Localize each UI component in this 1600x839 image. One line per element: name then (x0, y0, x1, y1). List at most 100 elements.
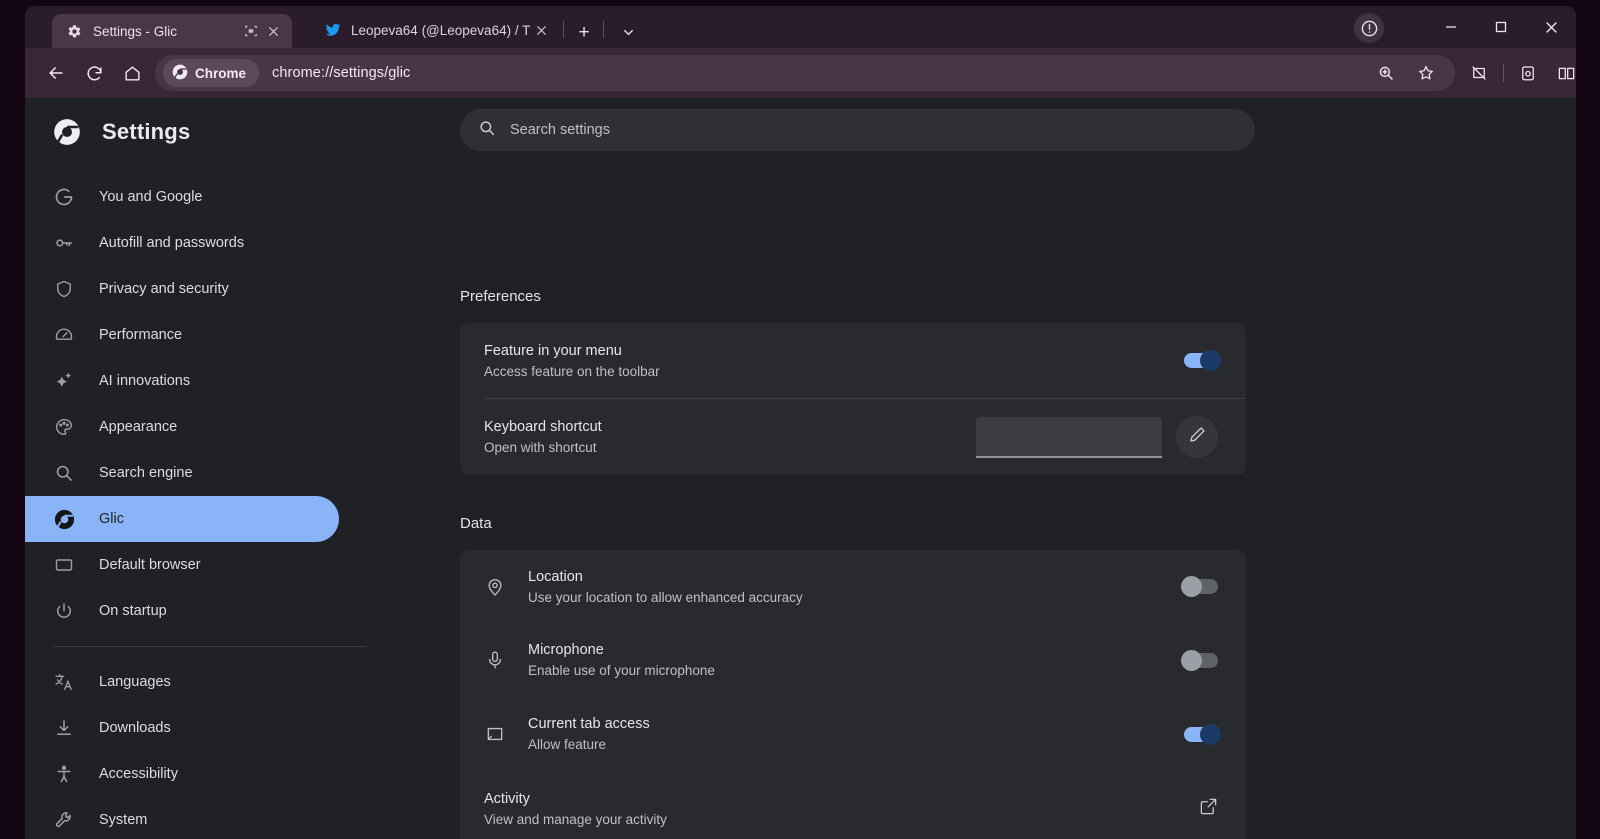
bookmark-star-icon[interactable] (1407, 54, 1445, 92)
sidebar-item-glic[interactable]: Glic (25, 496, 339, 542)
chevron-down-icon[interactable] (616, 20, 640, 44)
sidebar-item-performance[interactable]: Performance (25, 312, 339, 358)
browser-window: Settings - Glic (25, 6, 1576, 839)
reload-icon[interactable] (75, 54, 113, 92)
row-title: Keyboard shortcut (484, 419, 976, 435)
toggle-location[interactable] (1184, 579, 1218, 594)
sidebar-item-label: Autofill and passwords (99, 235, 244, 251)
google-g-icon (53, 186, 75, 208)
toggle-current-tab-access[interactable] (1184, 727, 1218, 742)
row-title: Feature in your menu (484, 343, 1184, 359)
data-heading: Data (460, 515, 492, 532)
tab-settings-glic[interactable]: Settings - Glic (52, 14, 292, 48)
site-chip[interactable]: Chrome (163, 59, 259, 87)
row-title: Current tab access (528, 716, 1184, 732)
chrome-logo-icon (172, 64, 188, 83)
sidebar-item-privacy-and-security[interactable]: Privacy and security (25, 266, 339, 312)
sidebar-item-search-engine[interactable]: Search engine (25, 450, 339, 496)
toggle-knob (1181, 650, 1202, 671)
tab-leopeva64-twitter[interactable]: Leopeva64 (@Leopeva64) / Twi (310, 12, 560, 48)
extensions-off-icon[interactable] (1460, 54, 1498, 92)
new-tab-button[interactable]: + (572, 20, 596, 44)
chrome-logo-icon (52, 117, 82, 147)
settings-sidebar: Settings You and Google Autofill and pas… (25, 98, 435, 839)
keyboard-shortcut-input[interactable] (976, 417, 1162, 458)
row-subtitle: Open with shortcut (484, 440, 976, 455)
window-icon (53, 554, 75, 576)
sidebar-item-on-startup[interactable]: On startup (25, 588, 339, 634)
home-icon[interactable] (113, 54, 151, 92)
toggle-feature-in-your-menu[interactable] (1184, 353, 1218, 368)
site-chip-label: Chrome (195, 66, 246, 81)
preferences-card: Feature in your menu Access feature on t… (460, 323, 1246, 475)
sidebar-item-label: Privacy and security (99, 281, 229, 297)
key-icon (53, 232, 75, 254)
power-icon (53, 600, 75, 622)
minimize-button[interactable] (1426, 6, 1476, 48)
search-placeholder: Search settings (510, 122, 610, 138)
row-location: Location Use your location to allow enha… (460, 550, 1246, 623)
settings-page: Settings You and Google Autofill and pas… (25, 98, 1576, 839)
sidebar-nav: You and Google Autofill and passwords Pr… (25, 174, 435, 839)
maximize-button[interactable] (1476, 6, 1526, 48)
close-icon[interactable] (262, 20, 284, 42)
gear-icon (66, 23, 83, 40)
row-activity[interactable]: Activity View and manage your activity (460, 771, 1246, 839)
sidebar-item-label: Search engine (99, 465, 193, 481)
zoom-icon[interactable] (1367, 54, 1405, 92)
sidebar-item-default-browser[interactable]: Default browser (25, 542, 339, 588)
pencil-icon (1188, 425, 1207, 449)
row-microphone: Microphone Enable use of your microphone (460, 623, 1246, 697)
sidebar-item-downloads[interactable]: Downloads (25, 705, 339, 751)
row-subtitle: Use your location to allow enhanced accu… (528, 590, 1184, 605)
tab-icon (484, 723, 506, 745)
search-settings-input[interactable]: Search settings (460, 109, 1255, 151)
search-icon (53, 462, 75, 484)
sidebar-item-languages[interactable]: Languages (25, 659, 339, 705)
shield-icon (53, 278, 75, 300)
screenshot-root: Settings - Glic (0, 0, 1600, 839)
window-controls (1426, 6, 1576, 48)
row-subtitle: View and manage your activity (484, 812, 1199, 827)
search-icon (478, 119, 496, 141)
reading-mode-icon[interactable] (1547, 54, 1576, 92)
edit-shortcut-button[interactable] (1176, 416, 1218, 458)
sidebar-item-autofill-and-passwords[interactable]: Autofill and passwords (25, 220, 339, 266)
sidebar-item-label: Accessibility (99, 766, 178, 782)
row-subtitle: Access feature on the toolbar (484, 364, 1184, 379)
translate-icon (53, 671, 75, 693)
sidebar-item-ai-innovations[interactable]: AI innovations (25, 358, 339, 404)
tab-divider (563, 20, 564, 38)
wrench-icon (53, 809, 75, 831)
picture-in-picture-icon[interactable] (240, 20, 262, 42)
row-current-tab-access: Current tab access Allow feature (460, 697, 1246, 771)
close-button[interactable] (1526, 6, 1576, 48)
browser-toolbar: Chrome chrome://settings/glic (25, 48, 1576, 98)
toolbar-divider (1503, 64, 1504, 82)
sidebar-divider (53, 646, 367, 647)
sidebar-item-label: System (99, 812, 147, 828)
sidebar-item-you-and-google[interactable]: You and Google (25, 174, 339, 220)
toggle-knob (1181, 576, 1202, 597)
back-arrow-icon[interactable] (37, 54, 75, 92)
alert-circle-icon[interactable] (1354, 13, 1384, 43)
sidebar-item-label: On startup (99, 603, 167, 619)
row-subtitle: Allow feature (528, 737, 1184, 752)
close-icon[interactable] (530, 19, 552, 41)
sidebar-item-accessibility[interactable]: Accessibility (25, 751, 339, 797)
tab-strip: Settings - Glic (25, 6, 1576, 48)
capture-icon[interactable] (1509, 54, 1547, 92)
toggle-microphone[interactable] (1184, 653, 1218, 668)
sidebar-item-system[interactable]: System (25, 797, 339, 839)
omnibox-actions (1367, 55, 1445, 91)
preferences-heading: Preferences (460, 288, 541, 305)
sidebar-item-label: Performance (99, 327, 182, 343)
sidebar-item-appearance[interactable]: Appearance (25, 404, 339, 450)
location-pin-icon (484, 576, 506, 598)
gauge-icon (53, 324, 75, 346)
external-link-icon[interactable] (1199, 797, 1218, 821)
twitter-icon (324, 22, 341, 39)
title-bar: Settings - Glic (25, 6, 1576, 48)
toggle-knob (1200, 350, 1221, 371)
address-bar[interactable]: Chrome chrome://settings/glic (155, 55, 1455, 91)
